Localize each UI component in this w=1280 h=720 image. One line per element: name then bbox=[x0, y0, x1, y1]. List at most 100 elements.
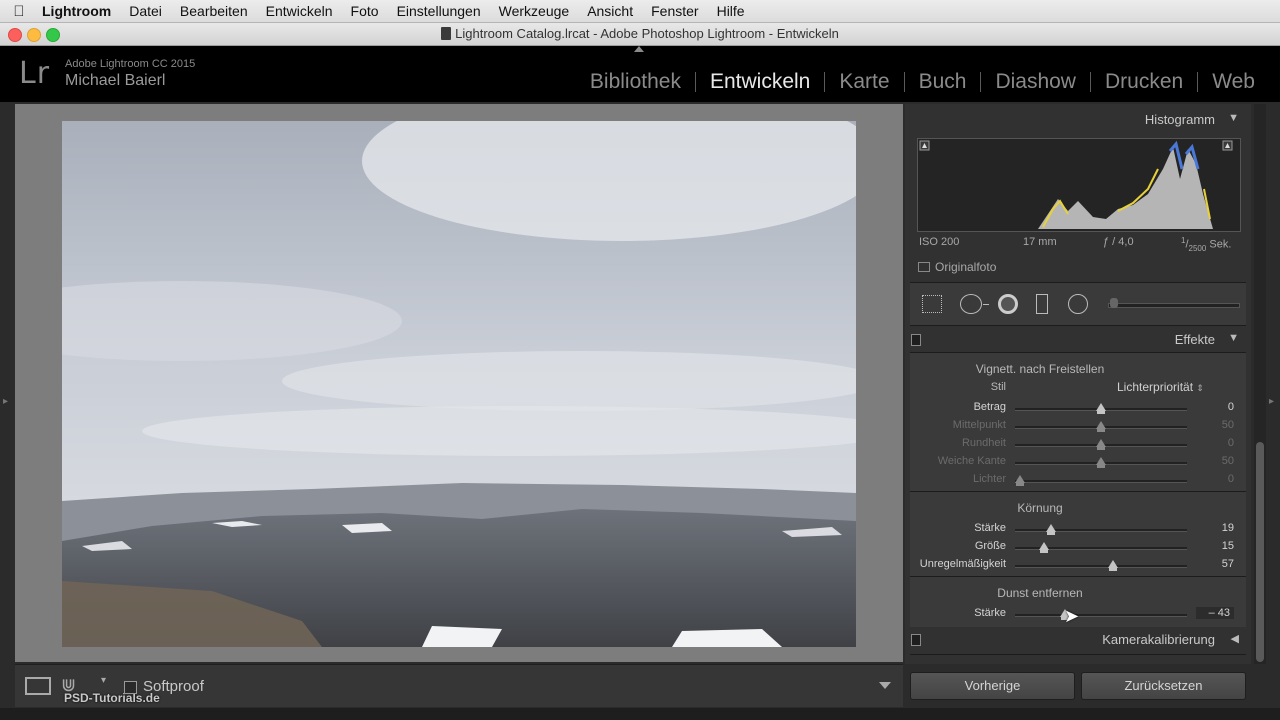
vignette-title: Vignett. nach Freistellen bbox=[975, 362, 1105, 376]
filmstrip-collapsed[interactable] bbox=[0, 708, 1280, 720]
menu-datei[interactable]: Datei bbox=[120, 3, 171, 19]
panel-switch-icon[interactable] bbox=[911, 634, 921, 646]
original-photo-label: Originalfoto bbox=[935, 260, 997, 274]
grain-section: Körnung Stärke 19 Größe 15 Unregelmäßigkeit 5… bbox=[910, 491, 1246, 576]
effects-header[interactable]: Effekte ▼ bbox=[905, 326, 1251, 352]
grain-slider-thumb[interactable] bbox=[1039, 542, 1050, 553]
module-buch[interactable]: Buch bbox=[905, 70, 981, 94]
left-panel-collapsed[interactable]: ▸ bbox=[0, 104, 15, 720]
grain-slider-track[interactable] bbox=[1015, 565, 1187, 568]
menu-werkzeuge[interactable]: Werkzeuge bbox=[490, 3, 579, 19]
scrollbar-thumb[interactable] bbox=[1256, 442, 1264, 662]
apple-icon[interactable]:  bbox=[0, 3, 38, 20]
exif-focal: 17 mm bbox=[1023, 236, 1057, 248]
vignette-slider-value[interactable]: 0 bbox=[1204, 401, 1234, 413]
vignette-slider-value[interactable]: 0 bbox=[1204, 473, 1234, 485]
right-panel-scrollbar[interactable] bbox=[1254, 104, 1266, 664]
panel-switch-icon[interactable] bbox=[911, 334, 921, 346]
vignette-slider-thumb[interactable] bbox=[1096, 403, 1106, 414]
window-title-text: Lightroom Catalog.lrcat - Adobe Photosho… bbox=[455, 26, 839, 41]
softproof-label: Softproof bbox=[143, 678, 204, 695]
menu-hilfe[interactable]: Hilfe bbox=[708, 3, 754, 19]
panel-divider bbox=[910, 654, 1246, 655]
crop-overlay-icon[interactable] bbox=[922, 295, 942, 313]
menu-ansicht[interactable]: Ansicht bbox=[578, 3, 642, 19]
dehaze-slider-track[interactable] bbox=[1015, 614, 1187, 617]
graduated-filter-icon[interactable] bbox=[1036, 294, 1048, 314]
module-web[interactable]: Web bbox=[1198, 70, 1269, 94]
grain-slider-thumb[interactable] bbox=[1046, 524, 1057, 535]
menu-fenster[interactable]: Fenster bbox=[642, 3, 707, 19]
vignette-slider-value[interactable]: 50 bbox=[1204, 419, 1234, 431]
grain-slider-thumb[interactable] bbox=[1108, 560, 1119, 571]
identity-product: Adobe Lightroom CC 2015 bbox=[65, 58, 196, 70]
vignette-slider-thumb[interactable] bbox=[1015, 475, 1026, 486]
expand-right-icon[interactable]: ▸ bbox=[1269, 396, 1274, 407]
spot-removal-icon[interactable] bbox=[960, 294, 982, 314]
histogram-svg bbox=[919, 140, 1233, 229]
menu-einstellungen[interactable]: Einstellungen bbox=[388, 3, 490, 19]
vignette-slider-value[interactable]: 0 bbox=[1204, 437, 1234, 449]
shutter-denominator: 2500 bbox=[1188, 243, 1207, 253]
module-diashow[interactable]: Diashow bbox=[981, 70, 1090, 94]
radial-filter-icon[interactable] bbox=[1068, 294, 1088, 314]
triangle-down-icon[interactable]: ▼ bbox=[1228, 112, 1239, 124]
reset-button[interactable]: Zurücksetzen bbox=[1081, 672, 1246, 700]
menu-bearbeiten[interactable]: Bearbeiten bbox=[171, 3, 257, 19]
dehaze-slider-value[interactable]: – 43 bbox=[1196, 607, 1234, 619]
spot-removal-tail bbox=[983, 304, 989, 305]
grain-slider-value[interactable]: 19 bbox=[1204, 522, 1234, 534]
collapse-top-panel-icon[interactable] bbox=[634, 46, 644, 52]
calibration-header[interactable]: Kamerakalibrierung ◀ bbox=[905, 626, 1251, 652]
vignette-slider-track[interactable] bbox=[1015, 480, 1187, 483]
expand-left-panel-icon[interactable]: ▸ bbox=[3, 396, 8, 407]
loupe-toolbar: ⋓ ▾ PSD-Tutorials.de Softproof bbox=[15, 664, 903, 707]
lightroom-logo: Lr bbox=[19, 56, 51, 91]
right-panel: Histogramm ▼ ISO 200 17 mm ƒ / 4,0 1/250… bbox=[905, 104, 1251, 664]
menu-app[interactable]: Lightroom bbox=[38, 3, 120, 19]
vignette-slider-value[interactable]: 50 bbox=[1204, 455, 1234, 467]
adjustment-brush-slider[interactable] bbox=[1108, 303, 1240, 308]
vignette-slider-thumb[interactable] bbox=[1096, 421, 1106, 432]
histogram-title: Histogramm bbox=[1144, 112, 1215, 127]
updown-arrows-icon: ⇕ bbox=[1196, 383, 1204, 393]
vignette-style-label: Stil bbox=[990, 381, 1006, 393]
window-title: Lightroom Catalog.lrcat - Adobe Photosho… bbox=[0, 26, 1280, 41]
histogram-graph[interactable] bbox=[917, 138, 1241, 232]
photo-preview[interactable] bbox=[62, 121, 856, 647]
view-mode-icon[interactable] bbox=[25, 677, 51, 695]
previous-button[interactable]: Vorherige bbox=[910, 672, 1075, 700]
vignette-slider-label: Betrag bbox=[973, 401, 1006, 413]
vignette-slider-row: Weiche Kante 50 bbox=[910, 453, 1246, 471]
vignette-style-select[interactable]: Lichterpriorität ⇕ bbox=[1117, 380, 1204, 394]
softproof-checkbox[interactable] bbox=[124, 681, 137, 694]
grain-slider-value[interactable]: 15 bbox=[1204, 540, 1234, 552]
adjustment-brush-thumb[interactable] bbox=[1110, 298, 1118, 308]
vignette-style-value: Lichterpriorität bbox=[1117, 380, 1194, 394]
grain-slider-track[interactable] bbox=[1015, 529, 1187, 532]
grain-slider-value[interactable]: 57 bbox=[1204, 558, 1234, 570]
vignette-slider-thumb[interactable] bbox=[1096, 439, 1106, 450]
vignette-slider-thumb[interactable] bbox=[1096, 457, 1106, 468]
toolbar-menu-icon[interactable] bbox=[879, 682, 891, 689]
photo-canvas[interactable] bbox=[15, 104, 903, 662]
triangle-down-icon[interactable]: ▼ bbox=[1228, 332, 1239, 344]
menu-foto[interactable]: Foto bbox=[342, 3, 388, 19]
grain-slider-row: Unregelmäßigkeit 57 bbox=[910, 556, 1246, 574]
original-photo-checkbox[interactable] bbox=[918, 262, 930, 272]
module-karte[interactable]: Karte bbox=[825, 70, 903, 94]
mouse-cursor-icon: ➤ bbox=[1064, 606, 1080, 626]
exif-aperture: ƒ / 4,0 bbox=[1103, 236, 1134, 248]
identity-user: Michael Baierl bbox=[65, 72, 166, 89]
triangle-left-icon[interactable]: ◀ bbox=[1231, 632, 1239, 645]
dehaze-title: Dunst entfernen bbox=[997, 586, 1083, 600]
red-eye-icon[interactable] bbox=[998, 294, 1018, 314]
chevron-down-icon[interactable]: ▾ bbox=[101, 675, 106, 686]
grain-slider-label: Größe bbox=[974, 540, 1006, 552]
histogram-header[interactable]: Histogramm ▼ bbox=[905, 106, 1251, 132]
filmstrip-edge[interactable]: ▸ bbox=[1266, 104, 1280, 720]
module-drucken[interactable]: Drucken bbox=[1091, 70, 1197, 94]
module-entwickeln[interactable]: Entwickeln bbox=[696, 70, 824, 94]
menu-entwickeln[interactable]: Entwickeln bbox=[257, 3, 342, 19]
module-bibliothek[interactable]: Bibliothek bbox=[576, 70, 695, 94]
